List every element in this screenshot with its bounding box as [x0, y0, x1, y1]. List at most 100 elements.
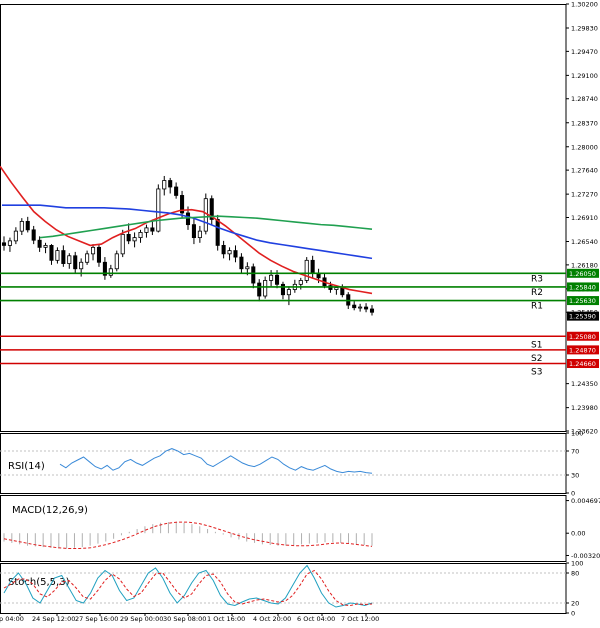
main-y-tick-label: 1.23980 — [571, 404, 598, 412]
candle-body — [168, 180, 173, 188]
stoch-y-tick-label: 80 — [571, 570, 579, 578]
candle-body — [73, 255, 78, 270]
candle-body — [185, 212, 191, 226]
level-price-tag-label: 1.26050 — [569, 270, 596, 278]
candle-body — [245, 266, 250, 270]
candle-body — [239, 256, 244, 270]
x-tick-label: 7 Oct 12:00 — [341, 615, 379, 623]
rsi-y-tick-label: 70 — [571, 448, 579, 456]
level-label-r2: R2 — [531, 288, 543, 298]
candle-body — [298, 280, 303, 285]
candle-body — [215, 219, 220, 246]
main-y-tick-label: 1.28370 — [571, 119, 598, 127]
candle-body — [108, 268, 113, 276]
candle-body — [43, 245, 48, 248]
candle-body — [37, 239, 42, 248]
level-label-s3: S3 — [531, 368, 542, 378]
candle-body — [19, 220, 24, 232]
candle-body — [120, 233, 125, 255]
candle-body — [162, 180, 167, 190]
candle-body — [79, 261, 84, 270]
level-price-tag-label: 1.24660 — [569, 360, 596, 368]
rsi-y-tick-label: 30 — [571, 472, 579, 480]
main-y-tick-label: 1.29830 — [571, 25, 598, 33]
candle-body — [251, 266, 256, 284]
candle-body — [85, 253, 90, 263]
candle-body — [340, 287, 345, 296]
macd-y-tick-label: 0.004697 — [571, 497, 600, 505]
stoch-y-tick-label: 20 — [571, 600, 579, 608]
candle-body — [274, 274, 280, 285]
rsi-y-tick-label: 100 — [571, 430, 583, 438]
macd-label: MACD(12,26,9) — [12, 505, 88, 516]
x-tick-label: 24 Sep 12:00 — [32, 615, 75, 623]
candle-body — [31, 229, 36, 241]
candle-body — [227, 250, 232, 255]
candle-body — [7, 240, 12, 246]
x-tick-label: 4 Oct 20:00 — [253, 615, 291, 623]
candle-body — [257, 282, 262, 297]
candle-body — [286, 289, 291, 296]
level-price-tag-label: 1.25630 — [569, 297, 596, 305]
candle-body — [138, 232, 143, 239]
stoch-y-tick-label: 0 — [571, 610, 575, 618]
candle-body — [61, 250, 66, 264]
candle-body — [55, 250, 60, 261]
candle-body — [96, 246, 102, 263]
main-y-tick-label: 1.27640 — [571, 167, 598, 175]
level-label-r3: R3 — [531, 274, 543, 284]
x-tick-label: 30 Sep 08:00 — [163, 615, 206, 623]
candle-body — [132, 237, 137, 242]
candle-body — [221, 245, 226, 255]
candle-body — [126, 233, 131, 242]
candle-body — [174, 186, 179, 196]
level-label-s2: S2 — [531, 354, 542, 364]
candle-body — [1, 242, 7, 246]
stoch-panel-frame — [0, 563, 567, 614]
x-tick-label: ep 04:00 — [0, 615, 24, 623]
level-label-r1: R1 — [531, 302, 543, 312]
main-y-tick-label: 1.28000 — [571, 143, 598, 151]
stoch-y-tick-label: 100 — [571, 560, 583, 568]
macd-y-tick-label: 0.00 — [571, 530, 585, 538]
main-y-tick-label: 1.28740 — [571, 95, 598, 103]
candle-body — [310, 259, 315, 274]
main-y-tick-label: 1.30200 — [571, 1, 598, 9]
level-price-tag-label: 1.25080 — [569, 333, 596, 341]
x-tick-label: 27 Sep 16:00 — [75, 615, 118, 623]
candle-body — [233, 250, 238, 258]
candle-body — [269, 274, 274, 281]
candle-body — [67, 255, 72, 264]
main-y-tick-label: 1.26180 — [571, 261, 598, 269]
candle-body — [263, 280, 268, 297]
main-y-tick-label: 1.26540 — [571, 238, 598, 246]
candle-body — [352, 304, 357, 309]
chart-canvas: 1.30200 1.29830 1.29470 1.29100 1.28740 1.283… — [0, 1, 600, 623]
candle-body — [156, 188, 161, 232]
main-y-tick-label: 1.26910 — [571, 214, 598, 222]
level-price-tag-label: 1.24870 — [569, 346, 596, 354]
candle-body — [49, 245, 54, 261]
level-label-s1: S1 — [531, 340, 542, 350]
main-y-tick-label: 1.29100 — [571, 72, 598, 80]
candle-body — [150, 227, 155, 232]
main-panel-frame — [0, 4, 567, 432]
stoch-label: Stoch(5,5,3) — [8, 577, 70, 588]
candle-body — [280, 283, 285, 296]
candle-body — [25, 220, 30, 231]
main-y-tick-label: 1.24350 — [571, 380, 598, 388]
candle-body — [114, 253, 119, 270]
candle-body — [334, 287, 339, 290]
candle-body — [197, 230, 202, 239]
main-y-tick-label: 1.27270 — [571, 191, 598, 199]
rsi-label: RSI(14) — [8, 461, 45, 472]
candle-body — [364, 306, 369, 310]
level-price-tag-label: 1.25840 — [569, 283, 596, 291]
candle-body — [358, 306, 363, 309]
candle-body — [91, 246, 96, 255]
current-price-label: 1.25390 — [569, 313, 596, 321]
candle-body — [369, 308, 375, 313]
x-tick-label: 6 Oct 04:00 — [297, 615, 335, 623]
x-tick-label: 1 Oct 16:00 — [207, 615, 245, 623]
candle-body — [13, 230, 18, 242]
